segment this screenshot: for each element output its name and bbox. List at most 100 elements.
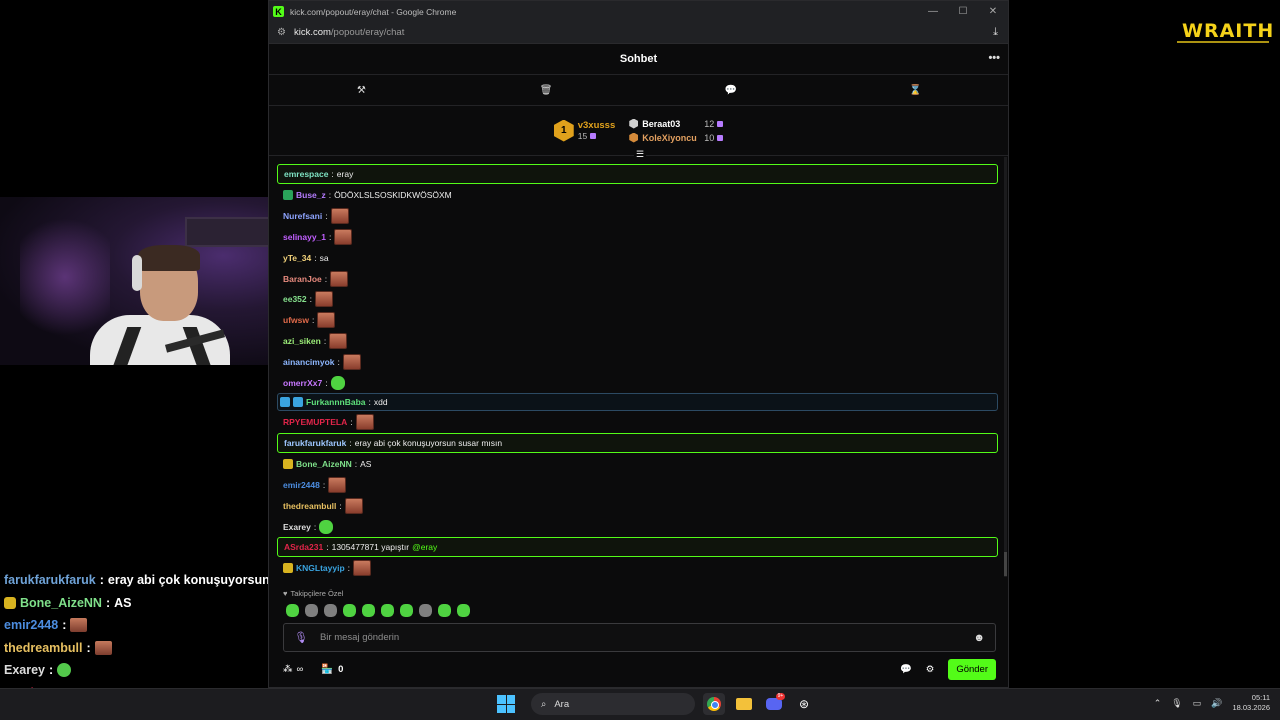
emote-button[interactable] xyxy=(457,604,470,617)
emote-button[interactable] xyxy=(324,604,337,617)
chat-bubble-icon[interactable]: 💬 xyxy=(639,85,824,96)
chrome-window: K kick.com/popout/eray/chat - Google Chr… xyxy=(268,0,1009,688)
overlay-emote xyxy=(70,618,88,633)
logo-underline xyxy=(1177,41,1269,43)
store-button[interactable]: 🏪 0 xyxy=(321,664,343,675)
chat-username[interactable]: BaranJoe xyxy=(283,274,322,284)
minimize-button[interactable]: — xyxy=(918,6,948,17)
emote-button[interactable] xyxy=(305,604,318,617)
file-explorer-icon[interactable] xyxy=(733,693,755,715)
emoji-icon[interactable]: ☻ xyxy=(973,632,985,644)
chat-mention[interactable]: @eray xyxy=(412,542,437,552)
chat-message: Nurefsani: xyxy=(277,206,998,227)
emote-button[interactable] xyxy=(381,604,394,617)
chat-username[interactable]: Nurefsani xyxy=(283,211,322,221)
chat-separator: : xyxy=(349,437,352,448)
chat-settings-bubble-icon[interactable]: 💬 xyxy=(900,664,912,675)
channel-points[interactable]: ⁂ ∞ xyxy=(283,664,303,675)
chat-username[interactable]: selinayy_1 xyxy=(283,232,326,242)
close-button[interactable]: ✕ xyxy=(978,6,1008,17)
address-bar[interactable]: ⚙ kick.com/popout/eray/chat ⤓ xyxy=(269,22,1008,44)
chat-message: KNGLtayyip: xyxy=(277,558,998,579)
emote-button[interactable] xyxy=(362,604,375,617)
more-options-icon[interactable]: ••• xyxy=(988,52,1000,64)
chat-username[interactable]: Bone_AizeNN xyxy=(296,459,352,469)
leaderboard-count: 12 xyxy=(704,118,715,129)
chevron-up-icon[interactable]: ⌃ xyxy=(1154,698,1162,709)
leaderboard-third[interactable]: KoleXiyoncu 10 xyxy=(629,132,724,143)
trash-icon[interactable]: 🗑 xyxy=(454,85,639,96)
title-bar: K kick.com/popout/eray/chat - Google Chr… xyxy=(269,1,1008,22)
emote-button[interactable] xyxy=(286,604,299,617)
emote-image xyxy=(317,312,336,329)
volume-icon[interactable]: 🔊 xyxy=(1211,698,1222,709)
user-badge-icon xyxy=(283,459,293,470)
emote-button[interactable] xyxy=(438,604,451,617)
site-settings-icon[interactable]: ⚙ xyxy=(277,27,286,38)
search-icon: ⌕ xyxy=(541,698,547,710)
date: 18.03.2026 xyxy=(1232,703,1270,712)
display-icon[interactable]: ▭ xyxy=(1193,698,1202,709)
steam-app-icon[interactable]: ⊛ xyxy=(793,693,815,715)
chat-username[interactable]: Exarey xyxy=(283,522,311,532)
chat-username[interactable]: Buse_z xyxy=(296,190,326,200)
gift-leaderboard: 1 v3xusss 15 Beraat03 12 KoleXiyoncu 10 xyxy=(269,106,1008,160)
chat-message: Buse_z: ÖDÖXLSLSOSKIDKWÖSÖXM xyxy=(277,185,998,206)
chat-message: ASrda231: 1305477871 yapıştır @eray xyxy=(277,536,998,557)
message-input[interactable] xyxy=(319,632,974,643)
chat-text: eray xyxy=(336,169,354,179)
send-button[interactable]: Gönder xyxy=(948,658,996,680)
hourglass-icon[interactable]: ⌛ xyxy=(823,85,1008,96)
chat-username[interactable]: RPYEMUPTELA xyxy=(283,417,347,427)
chat-username[interactable]: farukfarukfaruk xyxy=(284,438,346,448)
microphone-tray-icon[interactable]: 🎙 xyxy=(1171,698,1182,709)
chat-text: AS xyxy=(360,459,372,470)
chat-separator: : xyxy=(311,315,315,326)
chat-username[interactable]: emrespace xyxy=(284,169,328,179)
chat-username[interactable]: yTe_34 xyxy=(283,253,311,263)
start-windows-icon[interactable] xyxy=(497,695,515,713)
chat-username[interactable]: omerrXx7 xyxy=(283,378,322,388)
overlay-separator: : xyxy=(62,618,67,633)
chat-username[interactable]: ASrda231 xyxy=(284,542,323,552)
chat-message: azi_siken: xyxy=(277,331,998,352)
clock[interactable]: 05:11 18.03.2026 xyxy=(1232,693,1270,713)
chat-username[interactable]: emir2448 xyxy=(283,480,320,490)
overlay-separator: : xyxy=(105,595,111,610)
chat-username[interactable]: KNGLtayyip xyxy=(296,563,345,573)
settings-gear-icon[interactable]: ⚙ xyxy=(926,664,935,675)
emote-button[interactable] xyxy=(400,604,413,617)
emote-image xyxy=(330,270,349,287)
microphone-icon[interactable]: 🎙 xyxy=(294,631,308,644)
emote-button[interactable] xyxy=(419,604,432,617)
overlay-username: Exarey xyxy=(4,663,46,678)
chat-username[interactable]: ee352 xyxy=(283,294,307,304)
taskbar-center: ⌕ Ara 9+ ⊛ xyxy=(497,693,815,715)
leaderboard-second[interactable]: Beraat03 12 xyxy=(629,118,724,129)
gift-icon xyxy=(590,133,597,139)
chrome-app-icon[interactable] xyxy=(703,693,725,715)
chat-separator: : xyxy=(354,459,358,470)
chat-username[interactable]: azi_siken xyxy=(283,336,321,346)
chat-text: xdd xyxy=(373,396,388,407)
reply-icon[interactable] xyxy=(280,396,290,407)
overlay-separator: : xyxy=(49,663,54,678)
leaderboard-first[interactable]: 1 v3xusss 15 xyxy=(553,119,615,142)
chat-username[interactable]: FurkannnBaba xyxy=(306,397,366,407)
chat-message: yTe_34: sa xyxy=(277,247,998,268)
maximize-button[interactable]: ☐ xyxy=(948,6,978,17)
webcam-feed xyxy=(0,197,298,365)
overlay-chat-line: Exarey : xyxy=(4,659,304,682)
download-icon[interactable]: ⤓ xyxy=(993,26,998,39)
chat-username[interactable]: ainancimyok xyxy=(283,357,335,367)
chat-scrollbar[interactable] xyxy=(1004,157,1007,577)
chat-username[interactable]: thedreambull xyxy=(283,501,336,511)
hammer-icon[interactable]: ⚒ xyxy=(269,85,454,96)
chat-username[interactable]: ufwsw xyxy=(283,315,309,325)
emote-button[interactable] xyxy=(343,604,356,617)
store-icon: 🏪 xyxy=(321,663,334,675)
gift-icon xyxy=(717,120,724,127)
discord-app-icon[interactable]: 9+ xyxy=(763,693,785,715)
taskbar-search[interactable]: ⌕ Ara xyxy=(531,693,695,715)
rank-badge: 1 xyxy=(553,119,574,142)
